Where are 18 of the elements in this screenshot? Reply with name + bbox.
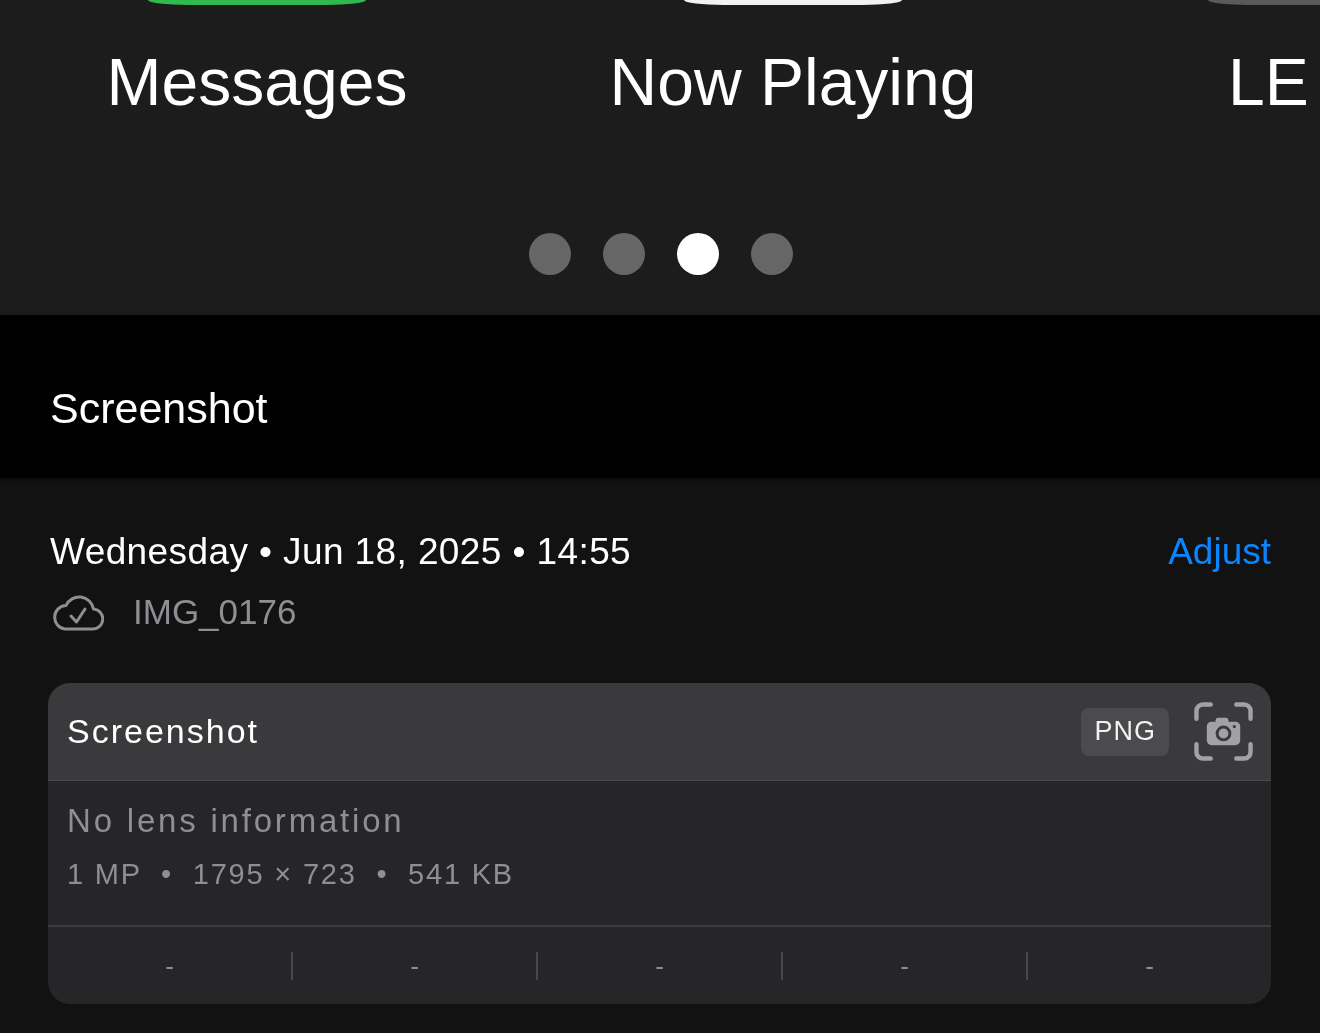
lens-text: No lens information: [67, 801, 405, 841]
card-title: Screenshot: [67, 712, 259, 751]
exif-value: -: [410, 952, 419, 980]
adjust-link[interactable]: Adjust: [1168, 530, 1271, 574]
filename-text: IMG_0176: [133, 591, 297, 633]
cloud-check-icon: [52, 593, 104, 631]
exif-value: -: [165, 952, 174, 980]
caption-text: Screenshot: [50, 382, 268, 433]
screenshot-camera-icon: [1194, 702, 1253, 761]
exif-value: -: [900, 952, 909, 980]
format-badge: PNG: [1081, 707, 1169, 756]
image-specs-text: 1 MP • 1795 × 723 • 541 KB: [67, 857, 514, 892]
exif-value: -: [655, 952, 664, 980]
app-label: LE: [1228, 45, 1309, 119]
app-label: Now Playing: [609, 45, 977, 119]
date-time-text: Wednesday • Jun 18, 2025 • 14:55: [50, 530, 632, 574]
app-label: Messages: [106, 45, 408, 119]
exif-value: -: [1145, 952, 1154, 980]
